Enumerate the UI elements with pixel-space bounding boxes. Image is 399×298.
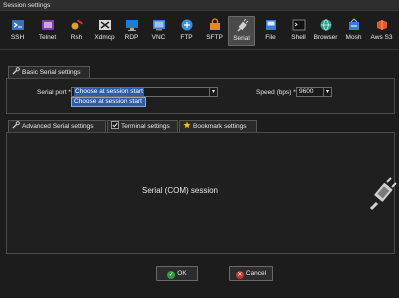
toolbar-label: Xdmcp (94, 34, 115, 41)
vnc-icon (152, 20, 165, 31)
mosh-icon (348, 18, 359, 30)
session-type-toolbar: SSH Telnet Rsh Xdmcp RDP VNC FTP SFTP Se… (0, 14, 399, 48)
file-icon (265, 20, 276, 30)
session-type-text: Serial (COM) session (141, 186, 218, 195)
browser-globe-icon (320, 19, 331, 31)
ftp-icon (181, 19, 192, 31)
serial-port-select[interactable]: Choose at session start ▾ (71, 87, 218, 97)
toolbar-label: Aws S3 (370, 34, 393, 41)
toolbar-sftp-button[interactable]: SFTP (201, 16, 228, 46)
chevron-down-icon[interactable]: ▾ (209, 88, 217, 96)
wrench-icon (12, 67, 20, 75)
serial-plug-icon (236, 19, 248, 32)
toolbar-label: SSH (10, 34, 25, 41)
tab-label: Terminal settings (121, 123, 170, 130)
toolbar-ssh-button[interactable]: SSH (4, 16, 31, 46)
toolbar-label: FTP (180, 34, 193, 41)
tab-label: Bookmark settings (193, 123, 247, 130)
toolbar-shell-button[interactable]: Shell (285, 16, 312, 46)
serial-port-value: Choose at session start (74, 88, 144, 96)
toolbar-telnet-button[interactable]: Telnet (34, 16, 61, 46)
speed-value: 9600 (299, 88, 314, 95)
ssh-icon (11, 20, 24, 30)
serial-port-dropdown-option[interactable]: Choose at session start (71, 97, 146, 107)
serial-plug-icon (369, 177, 397, 211)
checkbox-icon (111, 121, 119, 129)
cancel-button[interactable]: ✕ Cancel (229, 266, 273, 281)
toolbar-label: Serial (233, 35, 250, 42)
serial-port-label: Serial port * (37, 89, 71, 96)
ok-label: OK (177, 270, 187, 277)
toolbar-label: Rsh (70, 34, 83, 41)
toolbar-label: Shell (291, 34, 306, 41)
close-icon: ✕ (235, 271, 244, 279)
xdmcp-icon (98, 20, 111, 30)
wrench-icon (12, 121, 20, 129)
aws-s3-icon (376, 20, 387, 30)
star-icon (183, 121, 191, 129)
check-icon: ✓ (167, 271, 176, 279)
toolbar-ftp-button[interactable]: FTP (173, 16, 200, 46)
toolbar-vnc-button[interactable]: VNC (145, 16, 172, 46)
toolbar-label: SFTP (206, 34, 223, 41)
toolbar-aws-s3-button[interactable]: Aws S3 (368, 16, 395, 46)
toolbar-label: VNC (151, 34, 166, 41)
telnet-icon (41, 20, 54, 30)
shell-icon (292, 19, 305, 31)
toolbar-file-button[interactable]: File (257, 16, 284, 46)
toolbar-rsh-button[interactable]: Rsh (63, 16, 90, 46)
toolbar-label: RDP (124, 34, 139, 41)
rsh-icon (71, 19, 83, 30)
toolbar-label: Browser (313, 34, 338, 41)
toolbar-separator (0, 49, 399, 50)
sftp-icon (209, 18, 220, 30)
toolbar-browser-button[interactable]: Browser (312, 16, 339, 46)
rdp-icon (125, 20, 138, 31)
tab-label: Basic Serial settings (22, 69, 81, 76)
speed-label: Speed (bps) * (256, 89, 296, 96)
speed-select[interactable]: 9600 ▾ (296, 87, 332, 97)
toolbar-label: Mosh (345, 34, 362, 41)
toolbar-label: Telnet (38, 34, 57, 41)
window-title: Session settings (0, 0, 399, 11)
cancel-label: Cancel (245, 270, 267, 277)
chevron-down-icon[interactable]: ▾ (323, 88, 331, 96)
toolbar-label: File (265, 34, 276, 41)
toolbar-mosh-button[interactable]: Mosh (340, 16, 367, 46)
toolbar-serial-button[interactable]: Serial (228, 16, 255, 46)
tab-label: Advanced Serial settings (22, 123, 94, 130)
toolbar-rdp-button[interactable]: RDP (118, 16, 145, 46)
toolbar-xdmcp-button[interactable]: Xdmcp (91, 16, 118, 46)
ok-button[interactable]: ✓ OK (156, 266, 198, 281)
